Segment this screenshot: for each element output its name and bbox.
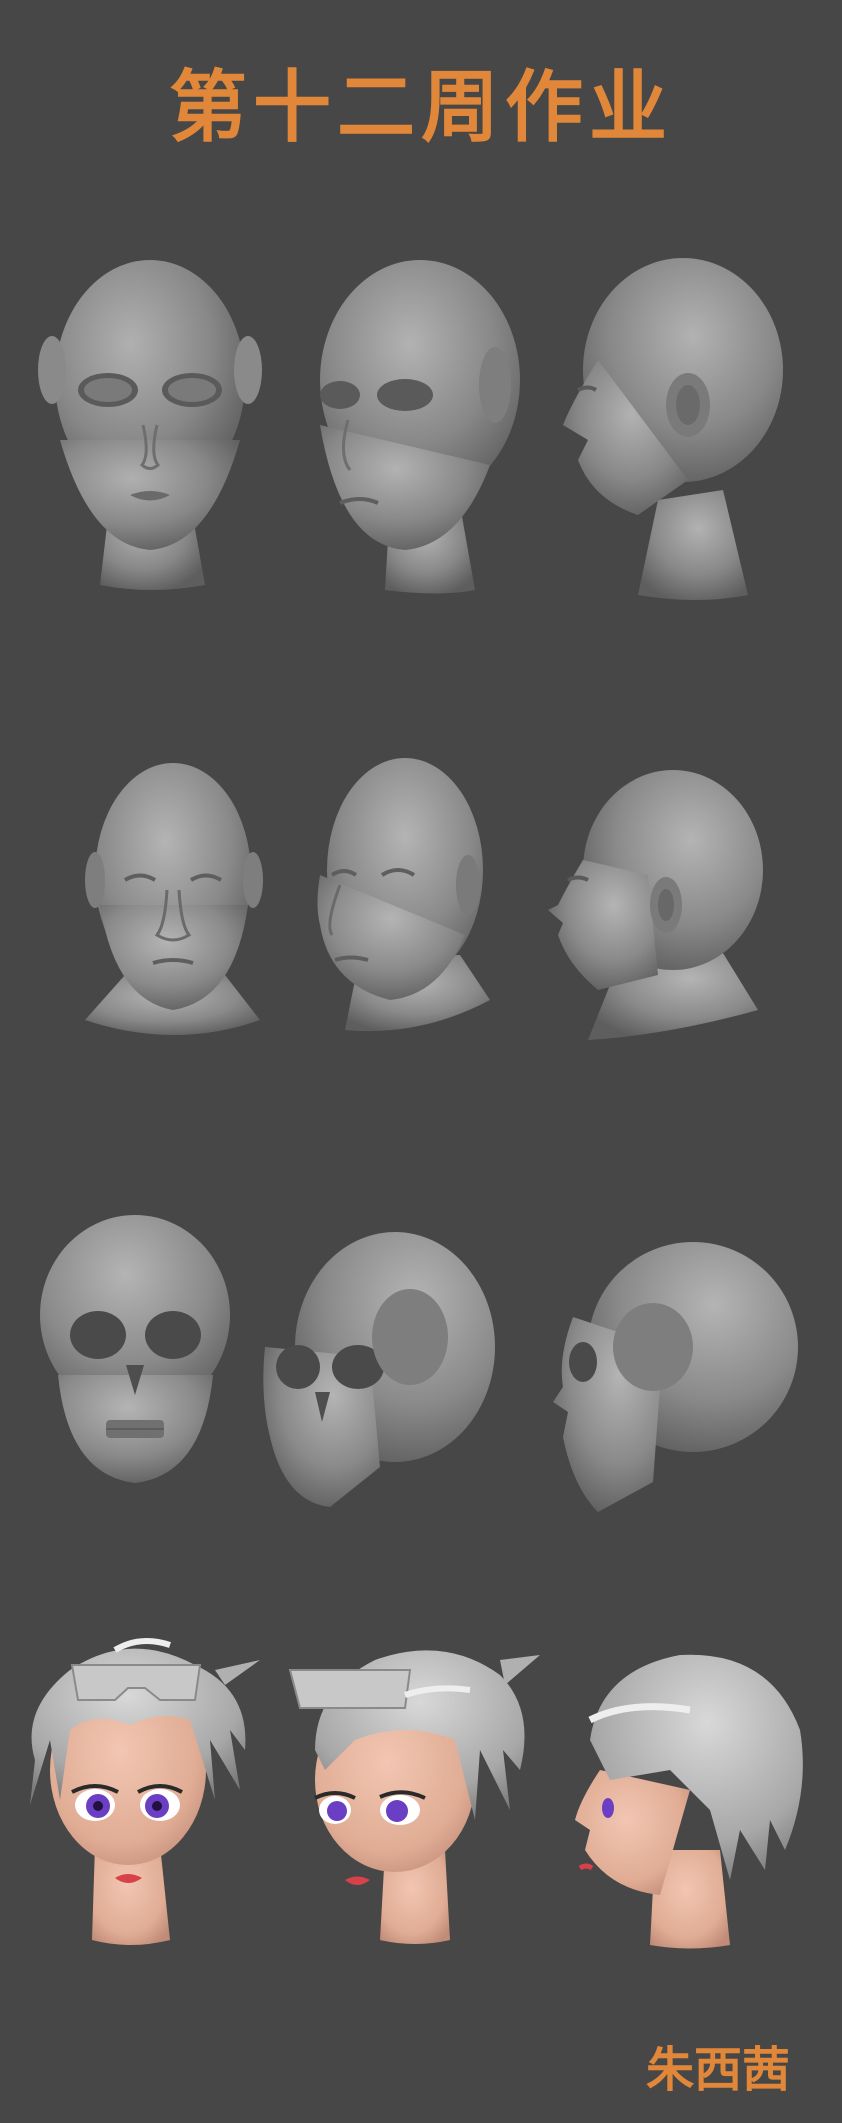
row-stylized-child-head	[0, 240, 842, 600]
male-head-side	[538, 765, 768, 1045]
skull-three-quarter	[260, 1227, 495, 1512]
skull-front	[38, 1215, 233, 1490]
girl-head-three-quarter	[285, 1630, 540, 1960]
girl-head-side	[570, 1640, 810, 1960]
girl-head-front	[10, 1630, 260, 1960]
page-title: 第十二周作业	[168, 63, 673, 153]
author-signature: 朱西茜	[645, 2042, 790, 2098]
row-skull	[0, 1215, 842, 1512]
child-head-three-quarter	[290, 245, 530, 600]
row-realistic-male-head	[0, 755, 842, 1055]
male-head-three-quarter	[310, 755, 490, 1035]
male-head-front	[85, 755, 265, 1055]
row-stylized-girl-head	[0, 1630, 842, 1960]
child-head-front	[30, 240, 270, 600]
child-head-side	[548, 250, 788, 605]
skull-side	[543, 1237, 803, 1522]
